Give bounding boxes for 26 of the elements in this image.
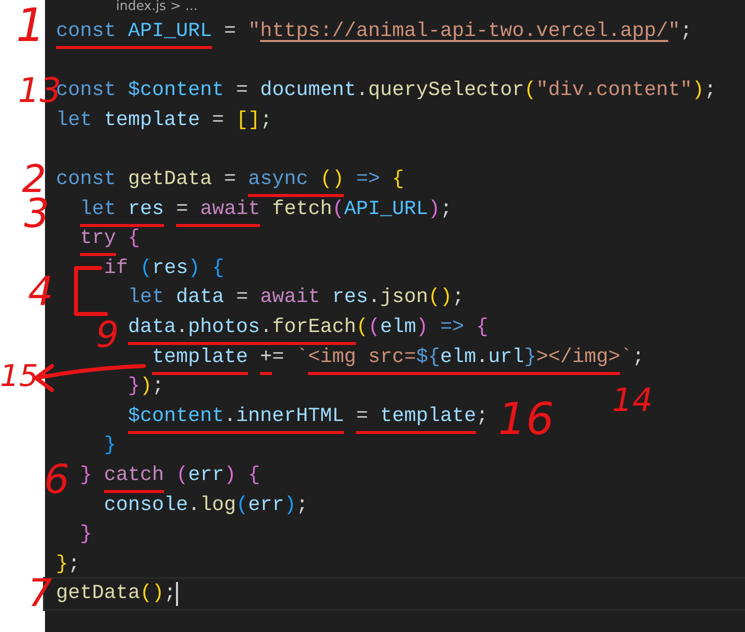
handwritten-number: 9 [96, 318, 119, 354]
text-cursor [176, 582, 178, 606]
code-line: const getData = async () => { [56, 164, 404, 195]
code-line: } catch (err) { [80, 460, 260, 490]
code-line: }; [56, 552, 80, 578]
breadcrumb[interactable]: index.js > ... [116, 0, 198, 17]
code-line: } [104, 433, 116, 460]
handwritten-number: 14 [612, 384, 653, 416]
code-line: data.photos.forEach((elm) => { [128, 312, 488, 343]
code-line: } [80, 522, 92, 548]
code-line: let template = []; [56, 108, 272, 134]
handwritten-number: 1 [16, 2, 46, 48]
code-line: getData(); [56, 581, 176, 608]
code-line: if (res) { [104, 256, 224, 282]
code-line: try { [80, 224, 140, 254]
handwritten-number: 15 [0, 362, 38, 392]
code-line: console.log(err); [104, 492, 308, 518]
code-line: let res = await fetch(API_URL); [80, 194, 452, 224]
handwritten-number: 2 [22, 160, 46, 198]
code-line: let data = await res.json(); [128, 285, 464, 312]
code-line: const API_URL = "https://animal-api-two.vercel.app/"; [56, 17, 692, 47]
code-line: $content.innerHTML = template; [128, 402, 488, 432]
code-line: template += `<img src=${elm.url}></img>`; [152, 342, 644, 372]
handwritten-number: 16 [498, 398, 554, 442]
code-line: }); [128, 374, 164, 400]
handwritten-number: 6 [44, 460, 70, 500]
